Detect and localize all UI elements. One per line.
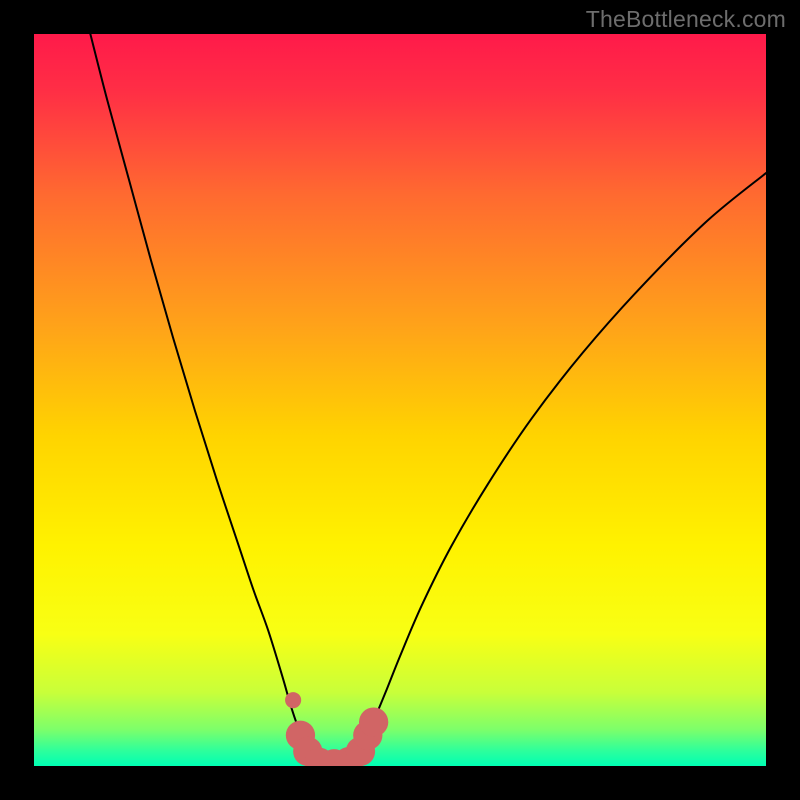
accent-dot	[285, 692, 301, 708]
accent-blob-right-3	[359, 707, 388, 736]
curve-layer	[34, 34, 766, 766]
plot-area	[34, 34, 766, 766]
accent-markers	[285, 692, 388, 766]
chart-frame: TheBottleneck.com	[0, 0, 800, 800]
bottleneck-curve	[90, 34, 766, 766]
watermark-text: TheBottleneck.com	[586, 6, 786, 33]
